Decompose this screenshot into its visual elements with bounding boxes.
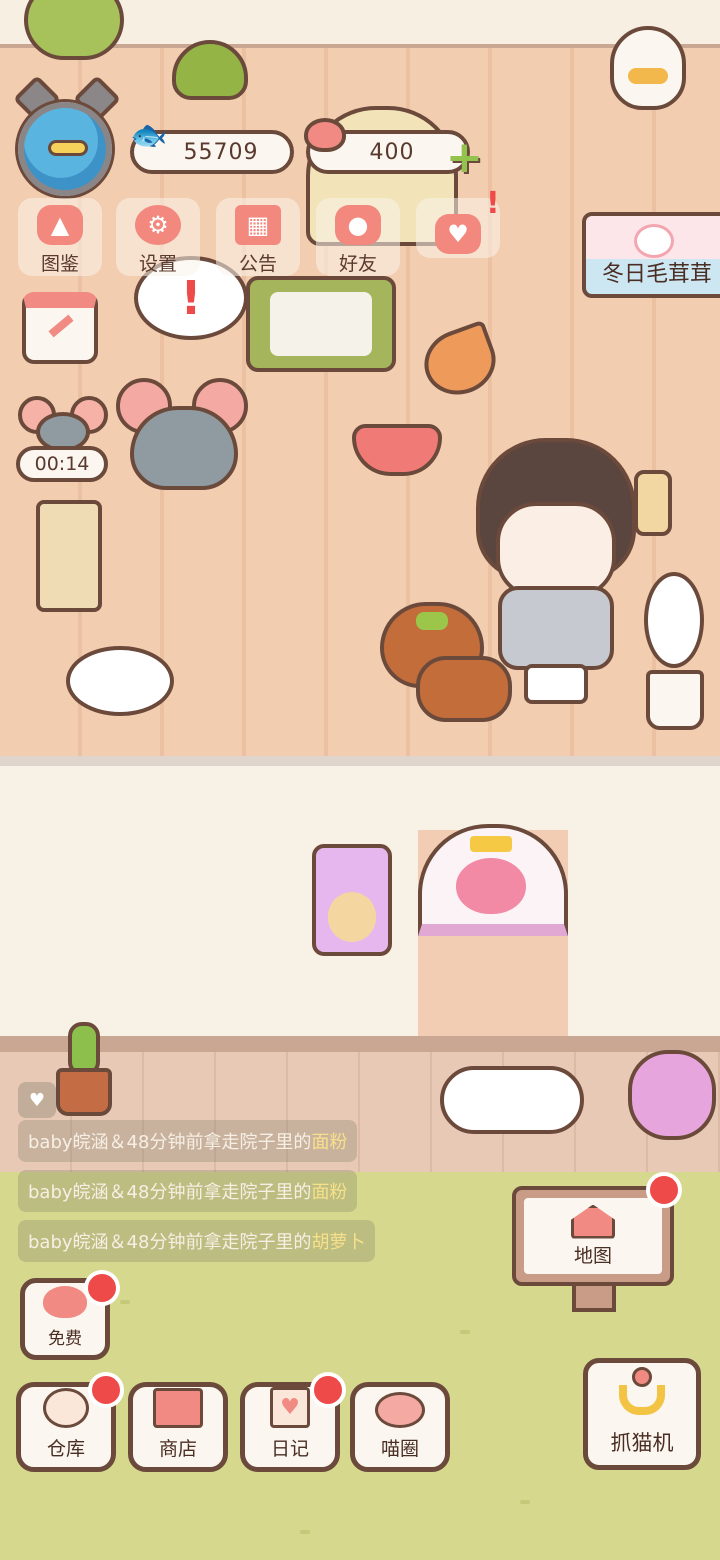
map-label: 地图 [573, 1244, 612, 1267]
feed-item: 面粉 [311, 1132, 348, 1153]
cloud-pillow[interactable] [440, 1066, 584, 1134]
diary-notification-badge [310, 1372, 346, 1408]
menu-label: 公告 [238, 253, 277, 275]
warehouse-label: 仓库 [46, 1438, 85, 1460]
warehouse-notification-badge [88, 1372, 124, 1408]
diary-icon: ♥ [270, 1387, 310, 1428]
lily-plant[interactable] [628, 572, 720, 734]
feed-text: baby皖涵＆48分钟前拿走院子里的 [28, 1132, 312, 1153]
menu-announcement[interactable]: ▦ 公告 [216, 198, 300, 276]
claw-machine-button[interactable]: 抓猫机 [583, 1358, 701, 1470]
player-avatar[interactable] [12, 74, 124, 196]
potted-plant[interactable] [24, 0, 124, 60]
diary-label: 日记 [270, 1438, 309, 1460]
heart-currency-value: 400 [369, 139, 415, 165]
scratching-post[interactable] [36, 500, 102, 612]
grass-tuft [460, 1330, 470, 1334]
event-banner[interactable]: 冬日毛茸茸 [582, 212, 720, 298]
menu-label: 图鉴 [40, 253, 79, 275]
heart-icon [43, 1286, 87, 1318]
paw-icon [634, 224, 674, 258]
menu-label: 设置 [138, 253, 177, 275]
house-icon [571, 1204, 615, 1239]
menu-settings[interactable]: ⚙ 设置 [116, 198, 200, 276]
heart-icon [304, 118, 346, 152]
shop-label: 商店 [158, 1438, 197, 1460]
cactus-pot[interactable] [54, 1022, 114, 1118]
heart-icon [456, 858, 526, 914]
event-banner-label: 冬日毛茸茸 [601, 262, 712, 287]
heart-alert-icon: ♥ [435, 214, 481, 254]
meow-circle-label: 喵圈 [380, 1438, 419, 1460]
friends-icon: ● [335, 205, 381, 245]
goggles-icon [48, 140, 88, 156]
fish-icon: 🐟 [130, 118, 168, 153]
crown-icon [470, 836, 512, 852]
meow-circle-button[interactable]: 喵圈 [350, 1382, 450, 1472]
sign-post [572, 1282, 616, 1312]
timer-text: 00:14 [34, 453, 90, 475]
feed-text: baby皖涵＆48分钟前拿走院子里的 [28, 1232, 312, 1253]
gear-icon: ⚙ [135, 205, 181, 245]
feed-line: baby皖涵＆48分钟前拿走院子里的 胡萝卜 [18, 1220, 376, 1262]
cat-face-icon: ▲ [37, 205, 83, 245]
exclamation-icon: ! [486, 186, 500, 221]
avatar-portrait [18, 102, 112, 196]
bucket-hat[interactable] [66, 646, 174, 716]
menu-label: 好友 [338, 253, 377, 275]
owl-toy[interactable] [610, 26, 686, 110]
grass-tuft [520, 1500, 530, 1504]
bread-slice[interactable] [634, 470, 672, 536]
panda-rug[interactable] [246, 276, 396, 372]
claw-machine-label: 抓猫机 [610, 1431, 674, 1455]
free-label: 免费 [48, 1329, 82, 1349]
feed-item: 胡萝卜 [311, 1232, 366, 1253]
wall-trim [0, 756, 720, 766]
menu-friends[interactable]: ● 好友 [316, 198, 400, 276]
cat-planet-icon [375, 1392, 425, 1428]
feed-toggle-icon[interactable]: ♥ [18, 1082, 56, 1118]
mouse-character[interactable] [116, 374, 250, 490]
bow-icon [416, 612, 448, 630]
poster-frame[interactable] [312, 844, 392, 956]
fish-currency-value: 55709 [183, 139, 259, 165]
pink-bear-plush[interactable] [628, 1050, 716, 1140]
mouse-icon[interactable] [18, 396, 108, 452]
menu-collection[interactable]: ▲ 图鉴 [18, 198, 102, 276]
gift-icon: ▦ [235, 205, 281, 245]
owl-eyes [628, 68, 668, 84]
map-notification-badge [646, 1172, 682, 1208]
feed-line: baby皖涵＆48分钟前拿走院子里的 面粉 [18, 1170, 358, 1212]
feed-item: 面粉 [311, 1182, 348, 1203]
feed-text: baby皖涵＆48分钟前拿走院子里的 [28, 1182, 312, 1203]
shop-icon [153, 1388, 203, 1428]
pet-cat[interactable] [380, 594, 520, 726]
free-notification-badge [84, 1270, 120, 1306]
grass-tuft [120, 1300, 130, 1304]
calendar-icon[interactable] [22, 292, 98, 364]
mouse-timer: 00:14 [16, 446, 108, 482]
warehouse-icon [43, 1388, 89, 1428]
shop-button[interactable]: 商店 [128, 1382, 228, 1472]
grass-tuft [300, 1530, 310, 1534]
add-currency-icon[interactable]: + [446, 136, 483, 180]
feed-line: baby皖涵＆48分钟前拿走院子里的 面粉 [18, 1120, 358, 1162]
claw-icon [617, 1367, 667, 1419]
